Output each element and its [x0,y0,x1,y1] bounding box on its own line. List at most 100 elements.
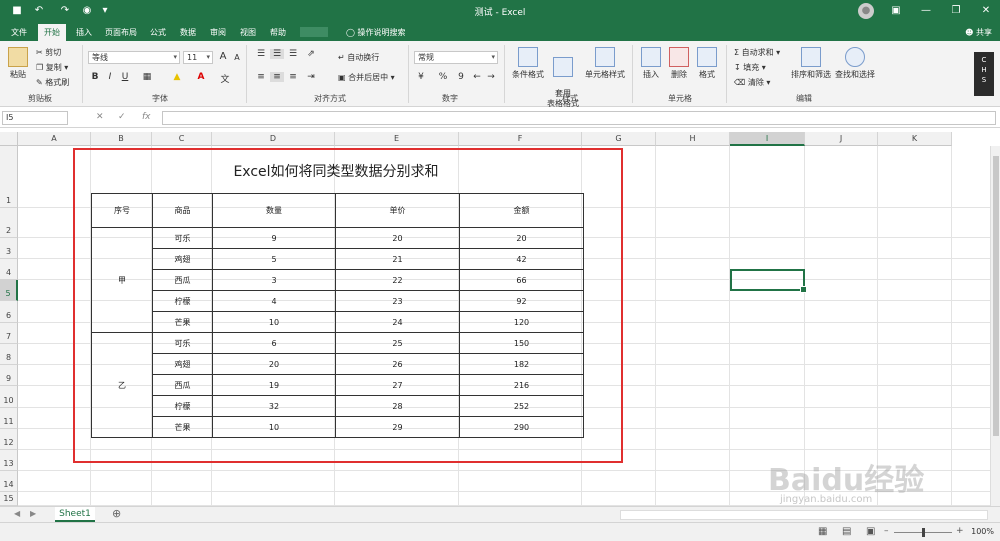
scroll-right-icon[interactable]: ▶ [30,509,36,518]
normal-view-icon[interactable]: ▦ [818,526,827,537]
tab-view[interactable]: 视图 [240,26,256,41]
share-button[interactable]: ☻ 共享 [965,27,992,38]
zoom-in-icon[interactable]: + [956,526,964,536]
indent-icon[interactable]: ⇥ [304,72,318,82]
formula-input[interactable] [162,111,996,125]
vertical-scrollbar[interactable] [990,146,1000,506]
row-header-12[interactable]: 12 [0,429,18,450]
align-top-icon[interactable]: ☰ [254,49,268,59]
column-header-h[interactable]: H [656,132,730,146]
table-cell[interactable]: 芒果 [152,311,213,333]
row-header-11[interactable]: 11 [0,408,18,429]
table-cell[interactable]: 290 [459,416,584,438]
tab-insert[interactable]: 插入 [76,26,92,41]
fill-button[interactable]: ↧ 填充 ▾ [734,62,766,73]
column-header-g[interactable]: G [582,132,656,146]
column-header-f[interactable]: F [459,132,582,146]
row-header-14[interactable]: 14 [0,471,18,492]
table-cell[interactable]: 24 [335,311,460,333]
table-cell[interactable]: 西瓜 [152,374,213,396]
table-cell[interactable]: 42 [459,248,584,270]
tab-file[interactable]: 文件 [11,26,27,41]
conditional-format-button[interactable]: 条件格式 [508,47,548,80]
table-cell[interactable]: 25 [335,332,460,354]
comma-button[interactable]: 9 [454,72,468,82]
row-header-9[interactable]: 9 [0,365,18,386]
table-cell[interactable]: 20 [459,227,584,249]
table-cell[interactable]: 66 [459,269,584,291]
column-header-a[interactable]: A [18,132,91,146]
find-select-button[interactable]: 查找和选择 [834,47,876,80]
table-cell[interactable]: 20 [212,353,336,375]
table-cell[interactable]: 10 [212,416,336,438]
group-cell[interactable]: 甲 [91,227,153,333]
row-header-6[interactable]: 6 [0,301,18,323]
paste-button[interactable]: 粘贴 [6,47,30,80]
table-cell[interactable]: 182 [459,353,584,375]
table-cell[interactable]: 西瓜 [152,269,213,291]
bold-button[interactable]: B [88,72,102,82]
maximize-icon[interactable]: ❐ [948,3,964,19]
table-cell[interactable]: 32 [212,395,336,417]
copy-button[interactable]: ❐ 复制 ▾ [36,62,68,73]
ribbon-display-icon[interactable]: ▣ [888,3,904,19]
header-cell[interactable]: 数量 [212,193,336,228]
zoom-out-icon[interactable]: – [884,526,889,536]
sort-filter-button[interactable]: 排序和筛选 [790,47,832,80]
column-header-j[interactable]: J [805,132,878,146]
zoom-level[interactable]: 100% [971,527,994,536]
row-header-4[interactable]: 4 [0,259,18,280]
row-header-5[interactable]: 5 [0,280,18,301]
cut-button[interactable]: ✂ 剪切 [36,47,61,58]
row-header-2[interactable]: 2 [0,208,18,238]
decrease-decimal-icon[interactable]: → [484,72,498,82]
tab-page-layout[interactable]: 页面布局 [105,26,137,41]
table-cell[interactable]: 120 [459,311,584,333]
close-icon[interactable]: ✕ [978,3,994,19]
table-cell[interactable]: 10 [212,311,336,333]
tell-me-search[interactable]: ◯ 操作说明搜索 [346,27,406,38]
tab-formulas[interactable]: 公式 [150,26,166,41]
borders-icon[interactable]: ▦ [140,72,154,82]
row-header-13[interactable]: 13 [0,450,18,471]
table-cell[interactable]: 5 [212,248,336,270]
italic-button[interactable]: I [103,72,117,82]
table-cell[interactable]: 26 [335,353,460,375]
scroll-thumb[interactable] [993,156,999,436]
header-cell[interactable]: 金额 [459,193,584,228]
table-cell[interactable]: 3 [212,269,336,291]
add-sheet-icon[interactable]: ⊕ [112,507,121,520]
fill-color-icon[interactable]: ▲ [170,72,184,82]
format-painter-button[interactable]: ✎ 格式刷 [36,77,69,88]
table-cell[interactable]: 92 [459,290,584,312]
ime-indicator[interactable]: C H S [974,52,994,96]
insert-cells-button[interactable]: 插入 [638,47,664,80]
table-cell[interactable]: 28 [335,395,460,417]
clear-button[interactable]: ⌫ 清除 ▾ [734,77,770,88]
align-bottom-icon[interactable]: ☰ [286,49,300,59]
enter-icon[interactable]: ✓ [118,112,126,122]
font-color-icon[interactable]: A [194,72,208,82]
name-box[interactable]: I5 [2,111,68,125]
cancel-icon[interactable]: ✕ [96,112,104,122]
tab-data[interactable]: 数据 [180,26,196,41]
font-size-select[interactable]: 11 ▾ [183,51,213,64]
number-format-select[interactable]: 常规 ▾ [414,51,498,64]
row-header-1[interactable]: 1 [0,146,18,208]
percent-button[interactable]: % [436,72,450,82]
table-cell[interactable]: 9 [212,227,336,249]
table-cell[interactable]: 19 [212,374,336,396]
column-header-c[interactable]: C [152,132,212,146]
align-right-icon[interactable]: ≡ [286,72,300,82]
column-header-b[interactable]: B [91,132,152,146]
tab-review[interactable]: 审阅 [210,26,226,41]
table-cell[interactable]: 4 [212,290,336,312]
font-name-select[interactable]: 等线 ▾ [88,51,180,64]
zoom-slider-thumb[interactable] [922,528,925,537]
header-cell[interactable]: 单价 [335,193,460,228]
page-break-view-icon[interactable]: ▣ [866,526,875,537]
active-cell-i5[interactable] [730,269,807,293]
format-cells-button[interactable]: 格式 [694,47,720,80]
row-header-8[interactable]: 8 [0,344,18,365]
table-cell[interactable]: 252 [459,395,584,417]
